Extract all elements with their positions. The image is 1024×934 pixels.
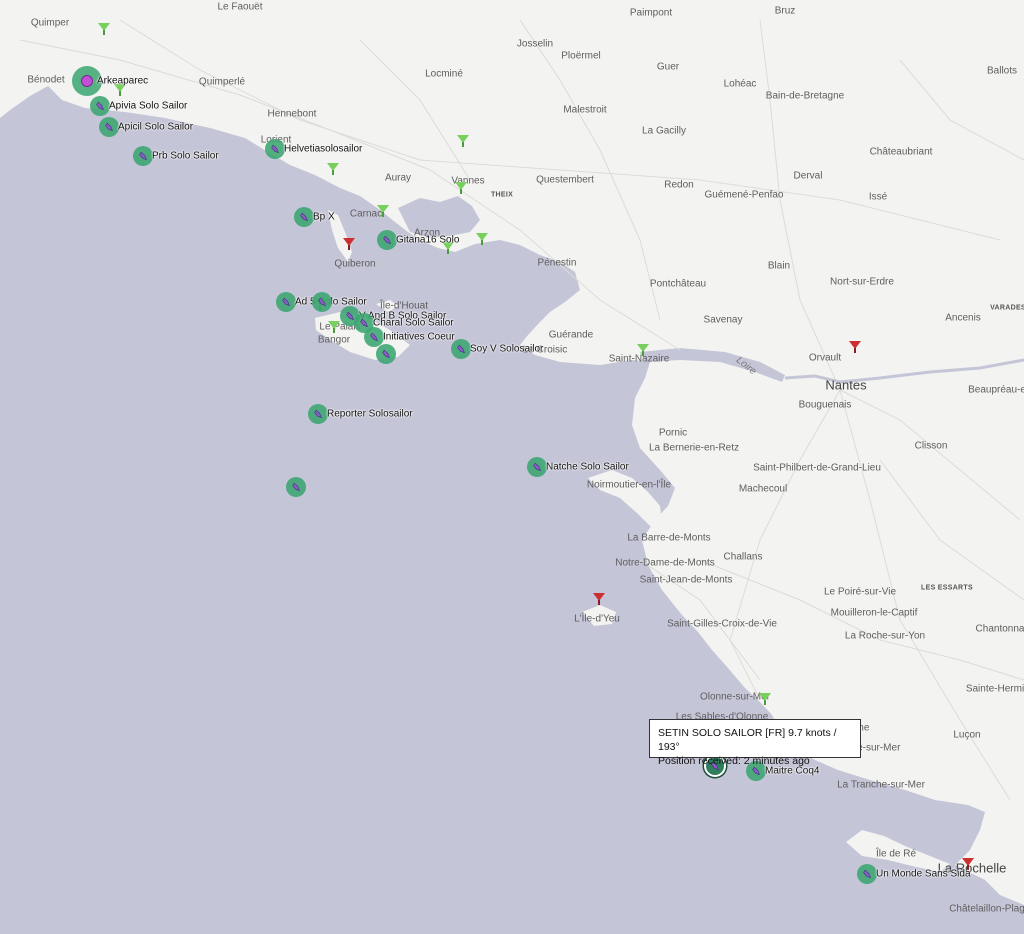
weather-station-green-icon[interactable] (457, 135, 469, 147)
boat-icon (382, 349, 390, 359)
weather-station-green-icon[interactable] (476, 233, 488, 245)
boat-icon (318, 297, 326, 307)
weather-station-green-icon[interactable] (328, 321, 340, 333)
vessel-name-label[interactable]: Reporter Solosailor (327, 409, 413, 420)
vessel-name-label[interactable]: Apivia Solo Sailor (109, 101, 187, 112)
vessel-name-label[interactable]: Prb Solo Sailor (152, 151, 219, 162)
vessel-marker[interactable] (857, 864, 877, 884)
vessel-marker[interactable] (99, 117, 119, 137)
boat-icon (533, 462, 541, 472)
boat-icon (105, 122, 113, 132)
vessel-marker[interactable] (294, 207, 314, 227)
weather-station-red-icon[interactable] (849, 341, 861, 353)
vessel-name-label[interactable]: Un Monde Sans Sida (876, 869, 971, 880)
vessel-marker[interactable] (376, 344, 396, 364)
weather-station-green-icon[interactable] (327, 163, 339, 175)
vessel-marker[interactable] (308, 404, 328, 424)
boat-icon (457, 344, 465, 354)
vessel-marker[interactable] (527, 457, 547, 477)
vessel-name-label[interactable]: Helvetiasolosailor (284, 144, 362, 155)
vessel-tooltip: SETIN SOLO SAILOR [FR] 9.7 knots / 193° … (649, 719, 861, 767)
weather-station-red-icon[interactable] (962, 858, 974, 870)
vessel-map[interactable]: Quimper Le Faouët Paimpont Bruz Josselin Ploë… (0, 0, 1024, 934)
vessel-name-label[interactable]: Gitana16 Solo (396, 235, 459, 246)
vessel-name-label[interactable]: Apicil Solo Sailor (118, 122, 193, 133)
vessel-marker[interactable] (90, 96, 110, 116)
vessel-marker[interactable] (312, 292, 332, 312)
weather-station-green-icon[interactable] (455, 182, 467, 194)
vessel-marker[interactable] (451, 339, 471, 359)
boat-icon (360, 318, 368, 328)
weather-station-red-icon[interactable] (593, 593, 605, 605)
boat-icon (370, 332, 378, 342)
weather-station-green-icon[interactable] (377, 205, 389, 217)
boat-icon (292, 482, 300, 492)
boat-icon (282, 297, 290, 307)
vessel-marker[interactable] (286, 477, 306, 497)
boat-icon (271, 144, 279, 154)
vessel-name-label[interactable]: Bp X (313, 212, 335, 223)
vessel-name-label[interactable]: Soy V Solosailor (470, 344, 543, 355)
highlight-vessel-dot-icon (81, 75, 93, 87)
vessel-name-label[interactable]: Charal Solo Sailor (373, 318, 454, 329)
weather-station-green-icon[interactable] (759, 693, 771, 705)
boat-icon (314, 409, 322, 419)
basemap (0, 0, 1024, 934)
tooltip-position-time: Position received: 2 minutes ago (658, 755, 810, 767)
weather-station-green-icon[interactable] (98, 23, 110, 35)
boat-icon (863, 869, 871, 879)
weather-station-green-icon[interactable] (637, 344, 649, 356)
vessel-marker[interactable] (265, 139, 285, 159)
weather-station-red-icon[interactable] (343, 238, 355, 250)
boat-icon (139, 151, 147, 161)
tooltip-vessel-info: SETIN SOLO SAILOR [FR] 9.7 knots / 193° (658, 727, 837, 753)
vessel-marker[interactable] (276, 292, 296, 312)
boat-icon (96, 101, 104, 111)
vessel-name-label[interactable]: Arkeaparec (97, 76, 148, 87)
vessel-name-label[interactable]: Natche Solo Sailor (546, 462, 629, 473)
vessel-name-label[interactable]: Initiatives Coeur (383, 332, 455, 343)
vessel-marker[interactable] (133, 146, 153, 166)
boat-icon (383, 235, 391, 245)
vessel-marker[interactable] (377, 230, 397, 250)
boat-icon (300, 212, 308, 222)
